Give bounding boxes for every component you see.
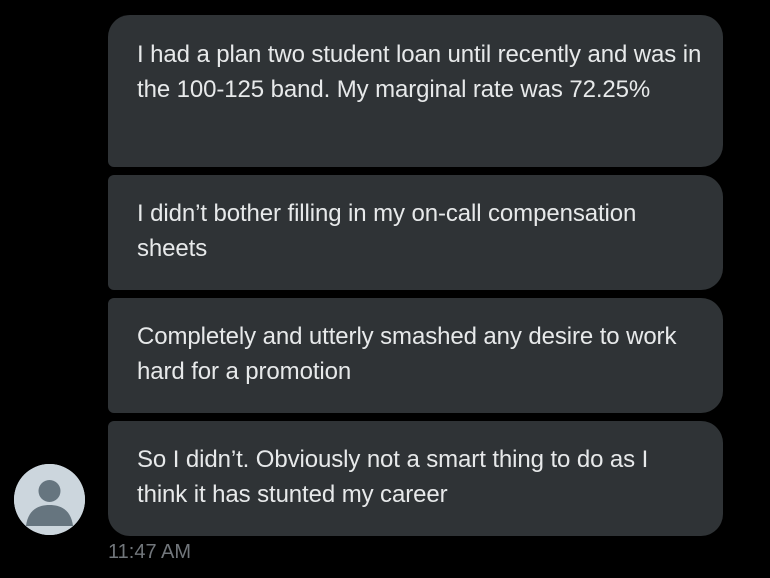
default-profile-icon — [14, 464, 85, 535]
message-bubble[interactable]: So I didn’t. Obviously not a smart thing… — [108, 421, 723, 536]
message-bubble[interactable]: I didn’t bother filling in my on-call co… — [108, 175, 723, 290]
avatar[interactable] — [14, 464, 85, 535]
message-text: So I didn’t. Obviously not a smart thing… — [137, 446, 649, 508]
message-text: Completely and utterly smashed any desir… — [137, 323, 677, 385]
message-timestamp: 11:47 AM — [108, 541, 192, 563]
message-bubble[interactable]: I had a plan two student loan until rece… — [108, 15, 723, 167]
message-text: I had a plan two student loan until rece… — [137, 41, 702, 103]
message-text: I didn’t bother filling in my on-call co… — [137, 200, 637, 262]
message-bubble[interactable]: Completely and utterly smashed any desir… — [108, 298, 723, 413]
